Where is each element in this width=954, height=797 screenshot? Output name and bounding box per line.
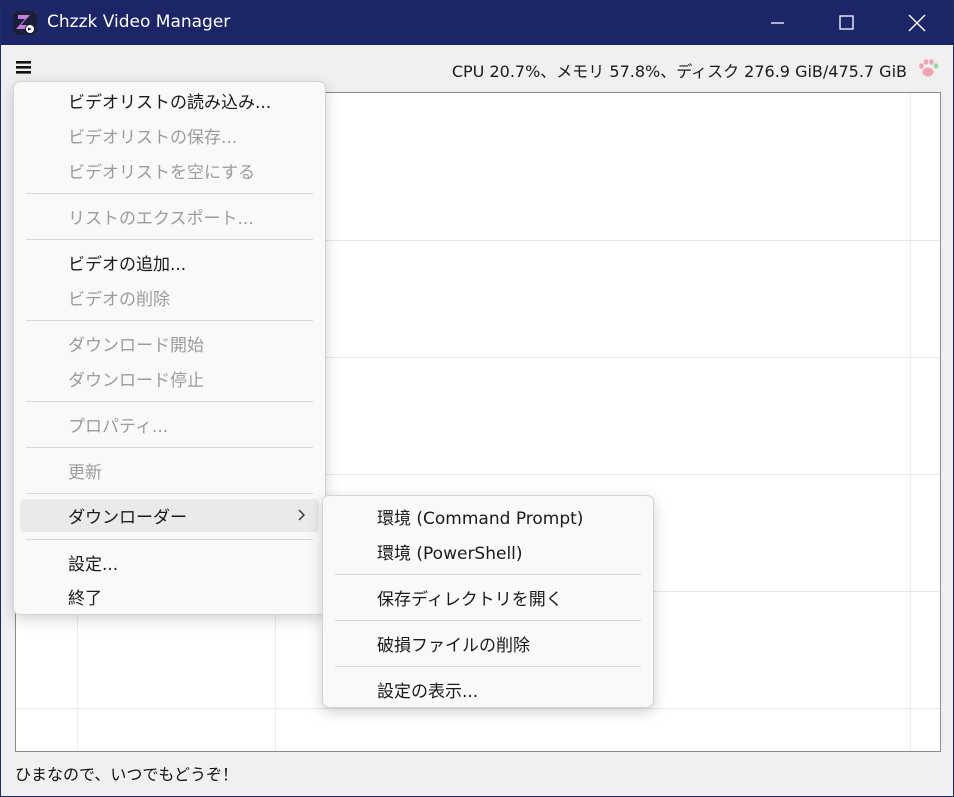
hamburger-menu-button[interactable] bbox=[11, 55, 37, 79]
menu-item-label: ダウンロード停止 bbox=[68, 371, 204, 391]
menu-item-label: ビデオリストを空にする bbox=[68, 163, 256, 183]
submenu-item-env-powershell[interactable]: 環境 (PowerShell) bbox=[329, 535, 647, 568]
grid-column-divider bbox=[910, 93, 911, 751]
menu-item-label: 更新 bbox=[68, 463, 102, 483]
menu-item-label: ビデオの追加... bbox=[68, 255, 187, 275]
menu-separator bbox=[26, 447, 313, 448]
menu-separator bbox=[335, 574, 641, 575]
menu-item-label: 環境 (Command Prompt) bbox=[377, 509, 584, 529]
menu-item-delete-video[interactable]: ビデオの削除 bbox=[20, 281, 319, 314]
downloader-submenu: 環境 (Command Prompt) 環境 (PowerShell) 保存ディ… bbox=[322, 495, 654, 708]
close-button[interactable] bbox=[887, 1, 947, 45]
menu-item-label: 設定の表示... bbox=[377, 682, 479, 702]
menu-separator bbox=[26, 239, 313, 240]
menu-item-label: ビデオの削除 bbox=[68, 290, 170, 310]
menu-separator bbox=[335, 666, 641, 667]
menu-item-start-download[interactable]: ダウンロード開始 bbox=[20, 327, 319, 360]
submenu-item-show-settings[interactable]: 設定の表示... bbox=[329, 673, 647, 706]
submenu-item-delete-corrupted-files[interactable]: 破損ファイルの削除 bbox=[329, 627, 647, 660]
menu-item-refresh[interactable]: 更新 bbox=[20, 454, 319, 487]
menu-item-exit[interactable]: 終了 bbox=[20, 580, 319, 613]
menu-item-label: 設定... bbox=[68, 555, 119, 575]
minimize-button[interactable] bbox=[748, 1, 808, 45]
title-bar[interactable]: Chzzk Video Manager bbox=[1, 1, 953, 45]
paw-icon bbox=[917, 57, 941, 79]
close-icon bbox=[908, 14, 926, 32]
menu-separator bbox=[26, 493, 313, 494]
submenu-item-open-save-directory[interactable]: 保存ディレクトリを開く bbox=[329, 581, 647, 614]
app-window: Chzzk Video Manager CPU 20.7%、メモリ 57.8%、… bbox=[0, 0, 954, 797]
menu-item-properties[interactable]: プロパティ... bbox=[20, 408, 319, 441]
menu-item-settings[interactable]: 設定... bbox=[20, 546, 319, 579]
menu-separator bbox=[26, 193, 313, 194]
main-menu: ビデオリストの読み込み... ビデオリストの保存... ビデオリストを空にする … bbox=[13, 81, 326, 615]
menu-item-stop-download[interactable]: ダウンロード停止 bbox=[20, 362, 319, 395]
menu-item-label: 保存ディレクトリを開く bbox=[377, 590, 563, 610]
menu-item-clear-video-list[interactable]: ビデオリストを空にする bbox=[20, 154, 319, 187]
menu-separator bbox=[26, 320, 313, 321]
menu-item-export-list[interactable]: リストのエクスポート... bbox=[20, 200, 319, 233]
system-status: CPU 20.7%、メモリ 57.8%、ディスク 276.9 GiB/475.7… bbox=[451, 62, 907, 81]
submenu-item-env-command-prompt[interactable]: 環境 (Command Prompt) bbox=[329, 500, 647, 533]
menu-item-label: プロパティ... bbox=[68, 417, 169, 437]
grid-row-divider bbox=[16, 708, 940, 709]
minimize-icon bbox=[771, 22, 784, 24]
menu-item-label: 終了 bbox=[68, 589, 102, 609]
menu-separator bbox=[26, 539, 313, 540]
menu-item-label: ダウンロード開始 bbox=[68, 336, 204, 356]
menu-item-label: ビデオリストの保存... bbox=[68, 128, 238, 148]
window-title: Chzzk Video Manager bbox=[47, 12, 231, 32]
menu-item-label: ビデオリストの読み込み... bbox=[68, 93, 272, 113]
menu-separator bbox=[335, 620, 641, 621]
maximize-button[interactable] bbox=[817, 1, 877, 45]
menu-item-load-video-list[interactable]: ビデオリストの読み込み... bbox=[20, 84, 319, 117]
chevron-right-icon bbox=[298, 509, 305, 521]
chzzk-app-icon bbox=[13, 11, 37, 35]
menu-separator bbox=[26, 401, 313, 402]
status-bar-message: ひまなので、いつでもどうぞ！ bbox=[15, 765, 239, 784]
menu-item-label: 環境 (PowerShell) bbox=[377, 544, 523, 564]
menu-item-label: 破損ファイルの削除 bbox=[377, 636, 530, 656]
menu-item-add-video[interactable]: ビデオの追加... bbox=[20, 246, 319, 279]
hamburger-menu-icon bbox=[16, 61, 31, 74]
menu-item-downloader[interactable]: ダウンローダー bbox=[20, 499, 319, 532]
menu-item-label: リストのエクスポート... bbox=[68, 209, 254, 229]
maximize-icon bbox=[839, 15, 854, 30]
menu-item-save-video-list[interactable]: ビデオリストの保存... bbox=[20, 119, 319, 152]
menu-item-label: ダウンローダー bbox=[68, 508, 187, 528]
